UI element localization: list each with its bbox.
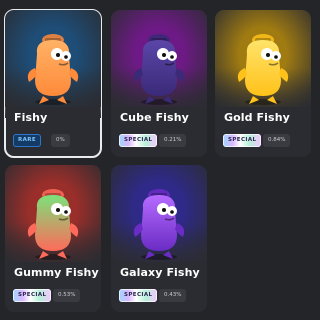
- fish-card-gold-fishy[interactable]: Gold Fishy SPECIAL 0.84%: [215, 10, 311, 157]
- rarity-badge: RARE: [13, 134, 42, 147]
- galaxy-fishy-character-icon: [133, 189, 185, 260]
- fish-collection-grid: Fishy RARE 0% Cube Fishy SPECIAL 0.21% G…: [0, 0, 320, 320]
- fish-card-fishy[interactable]: Fishy RARE 0%: [4, 9, 102, 158]
- fish-name: Gold Fishy: [224, 111, 290, 124]
- cube-fishy-character-icon: [133, 34, 185, 105]
- fish-name: Gummy Fishy: [14, 266, 99, 279]
- rarity-badge: SPECIAL: [119, 289, 158, 302]
- drop-rate-badge: 0.21%: [159, 134, 187, 147]
- fish-card-gummy-fishy[interactable]: Gummy Fishy SPECIAL 0.53%: [5, 165, 101, 312]
- gummy-fishy-character-icon: [27, 189, 79, 260]
- gold-fishy-character-icon: [237, 34, 289, 105]
- drop-rate-badge: 0.43%: [159, 289, 187, 302]
- fish-name: Galaxy Fishy: [120, 266, 200, 279]
- drop-rate-badge: 0%: [51, 134, 70, 147]
- rarity-badge: SPECIAL: [13, 289, 52, 302]
- rarity-badge: SPECIAL: [223, 134, 262, 147]
- fishy-character-icon: [27, 34, 79, 105]
- rarity-badge: SPECIAL: [119, 134, 158, 147]
- drop-rate-badge: 0.84%: [263, 134, 291, 147]
- fish-name: Cube Fishy: [120, 111, 189, 124]
- fish-card-galaxy-fishy[interactable]: Galaxy Fishy SPECIAL 0.43%: [111, 165, 207, 312]
- drop-rate-badge: 0.53%: [53, 289, 81, 302]
- fish-name: Fishy: [14, 111, 48, 124]
- fish-card-cube-fishy[interactable]: Cube Fishy SPECIAL 0.21%: [111, 10, 207, 157]
